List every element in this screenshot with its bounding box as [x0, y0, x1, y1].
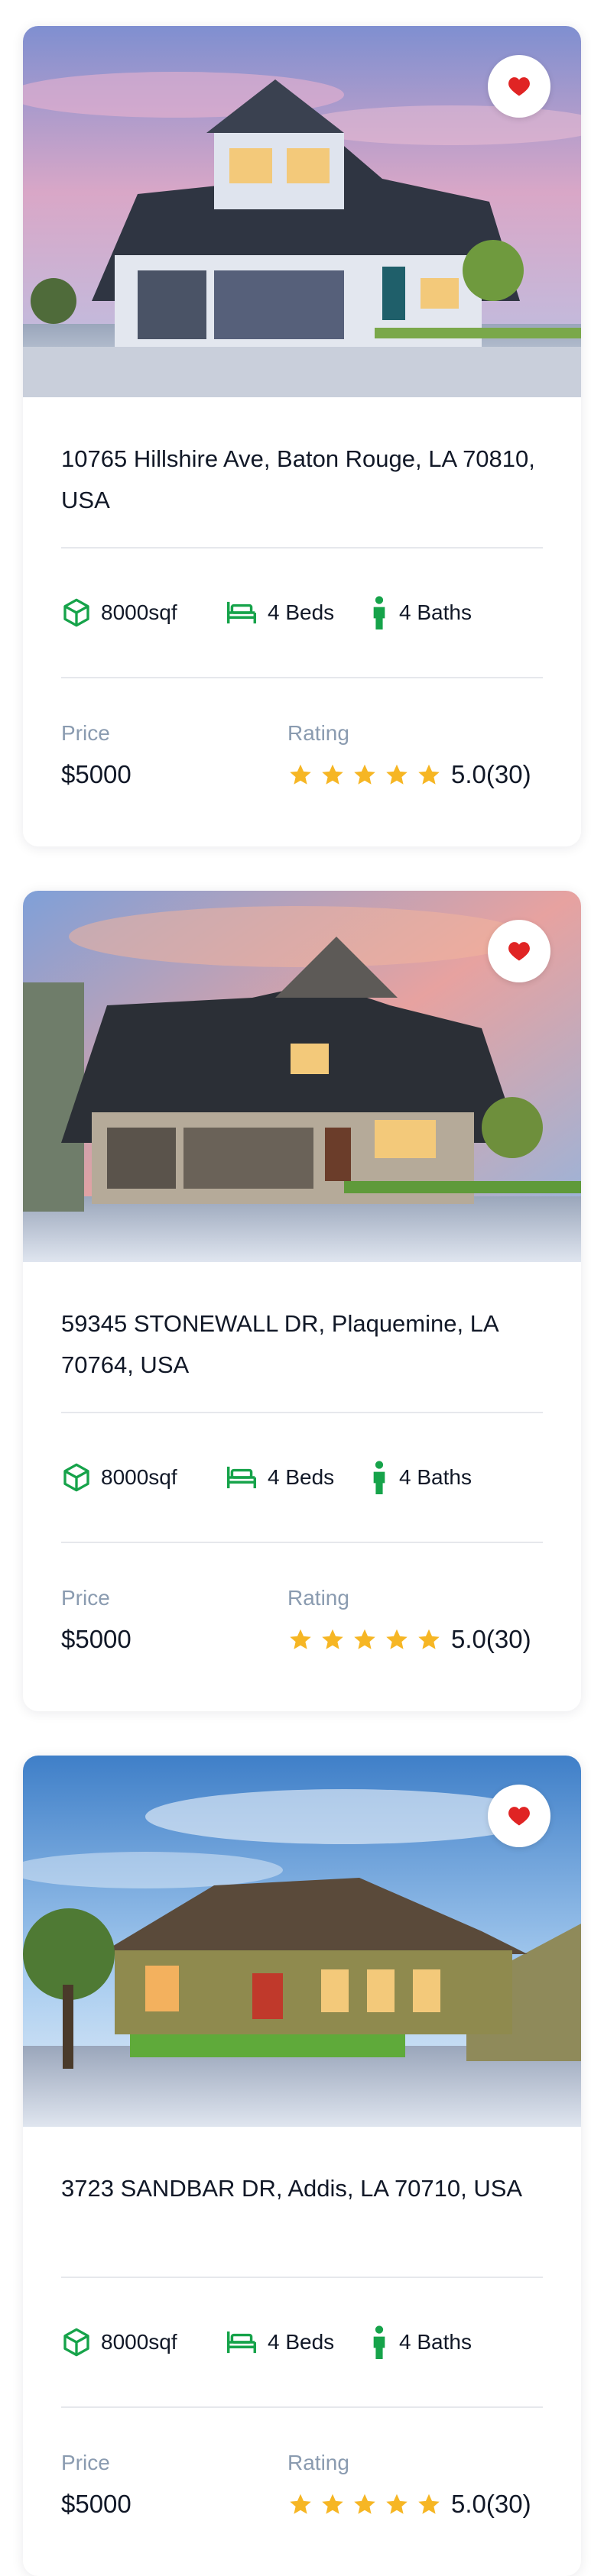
star-icon — [416, 1627, 442, 1652]
price-block: Price $5000 — [61, 2449, 287, 2521]
cube-icon — [61, 1462, 92, 1493]
beds-value: 4 Beds — [268, 2330, 335, 2354]
star-icon — [352, 2492, 378, 2517]
baths-value: 4 Baths — [399, 1465, 472, 1489]
listing-photo — [23, 26, 581, 397]
bed-icon — [225, 2328, 258, 2356]
baths-feature: 4 Baths — [369, 596, 472, 629]
star-icon — [416, 762, 442, 788]
rating-value: 5.0(30) — [451, 2490, 531, 2518]
price-rating-row: Price $5000 Rating 5.0(30) — [61, 1543, 543, 1656]
star-icon — [287, 2492, 313, 2517]
rating-value: 5.0(30) — [451, 1625, 531, 1653]
heart-icon — [508, 942, 530, 961]
star-icon — [384, 2492, 410, 2517]
star-icon — [384, 1627, 410, 1652]
star-icon — [287, 762, 313, 788]
listing-card[interactable]: 3723 SANDBAR DR, Addis, LA 70710, USA 80… — [23, 1756, 581, 2576]
listing-photo — [23, 1756, 581, 2127]
person-icon — [369, 1461, 390, 1494]
favorite-button[interactable] — [488, 1785, 550, 1847]
listing-address: 59345 STONEWALL DR, Plaquemine, LA 70764… — [61, 1310, 498, 1378]
rating-stars — [287, 2492, 442, 2517]
star-icon — [320, 1627, 346, 1652]
area-feature: 8000sqf — [61, 1462, 225, 1493]
beds-value: 4 Beds — [268, 1465, 335, 1489]
area-value: 8000sqf — [101, 2330, 177, 2354]
bed-icon — [225, 1464, 258, 1491]
price-rating-row: Price $5000 Rating 5.0(30) — [61, 678, 543, 791]
listing-card[interactable]: 59345 STONEWALL DR, Plaquemine, LA 70764… — [23, 891, 581, 1711]
area-value: 8000sqf — [101, 1465, 177, 1489]
listing-address: 10765 Hillshire Ave, Baton Rouge, LA 708… — [61, 445, 535, 513]
star-icon — [287, 1627, 313, 1652]
features-row: 8000sqf 4 Beds 4 Baths — [61, 549, 543, 677]
person-icon — [369, 2325, 390, 2359]
star-icon — [352, 1627, 378, 1652]
person-icon — [369, 596, 390, 629]
rating-value: 5.0(30) — [451, 760, 531, 788]
favorite-button[interactable] — [488, 920, 550, 982]
beds-value: 4 Beds — [268, 600, 335, 624]
cube-icon — [61, 597, 92, 628]
price-block: Price $5000 — [61, 720, 287, 791]
price-label: Price — [61, 721, 110, 745]
features-row: 8000sqf 4 Beds 4 Baths — [61, 2278, 543, 2406]
baths-feature: 4 Baths — [369, 2325, 472, 2359]
rating-label: Rating — [287, 2451, 349, 2474]
price-block: Price $5000 — [61, 1584, 287, 1656]
cube-icon — [61, 2327, 92, 2358]
area-feature: 8000sqf — [61, 2327, 225, 2358]
rating-block: Rating 5.0(30) — [287, 1584, 531, 1656]
baths-value: 4 Baths — [399, 600, 472, 624]
star-icon — [384, 762, 410, 788]
listing-address: 3723 SANDBAR DR, Addis, LA 70710, USA — [61, 2175, 523, 2202]
favorite-button[interactable] — [488, 55, 550, 118]
listing-card[interactable]: 10765 Hillshire Ave, Baton Rouge, LA 708… — [23, 26, 581, 846]
rating-stars — [287, 1627, 442, 1652]
area-feature: 8000sqf — [61, 597, 225, 628]
area-value: 8000sqf — [101, 600, 177, 624]
beds-feature: 4 Beds — [225, 2328, 369, 2356]
star-icon — [352, 762, 378, 788]
star-icon — [320, 2492, 346, 2517]
price-value: $5000 — [61, 760, 132, 788]
listing-photo — [23, 891, 581, 1262]
rating-label: Rating — [287, 721, 349, 745]
price-value: $5000 — [61, 2490, 132, 2518]
beds-feature: 4 Beds — [225, 599, 369, 626]
beds-feature: 4 Beds — [225, 1464, 369, 1491]
heart-icon — [508, 1807, 530, 1826]
price-label: Price — [61, 1586, 110, 1610]
bed-icon — [225, 599, 258, 626]
price-label: Price — [61, 2451, 110, 2474]
star-icon — [416, 2492, 442, 2517]
rating-block: Rating 5.0(30) — [287, 2449, 531, 2521]
price-rating-row: Price $5000 Rating 5.0(30) — [61, 2408, 543, 2521]
rating-stars — [287, 762, 442, 788]
baths-value: 4 Baths — [399, 2330, 472, 2354]
price-value: $5000 — [61, 1625, 132, 1653]
rating-label: Rating — [287, 1586, 349, 1610]
baths-feature: 4 Baths — [369, 1461, 472, 1494]
rating-block: Rating 5.0(30) — [287, 720, 531, 791]
heart-icon — [508, 77, 530, 96]
star-icon — [320, 762, 346, 788]
features-row: 8000sqf 4 Beds 4 Baths — [61, 1413, 543, 1542]
